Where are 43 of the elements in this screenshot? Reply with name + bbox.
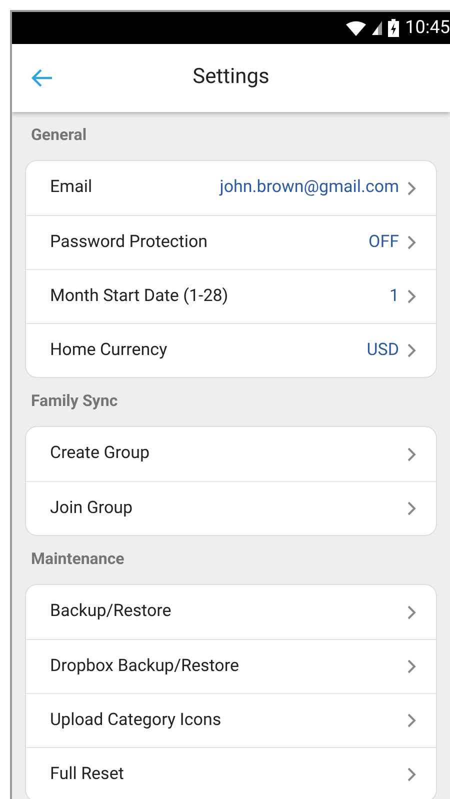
chevron-right-icon [407, 343, 416, 358]
chevron-right-icon [407, 180, 416, 196]
chevron-right-icon [407, 767, 416, 782]
settings-row[interactable]: Full Reset [26, 747, 436, 799]
page-title: Settings [192, 64, 270, 92]
setting-label: Home Currency [50, 338, 168, 362]
chevron-right-icon [407, 659, 416, 674]
settings-row[interactable]: Password Protection OFF [26, 215, 436, 269]
setting-value: john.brown@gmail.com [220, 176, 399, 200]
setting-value: 1 [389, 284, 399, 308]
setting-label: Backup/Restore [50, 600, 172, 624]
chevron-right-icon [407, 501, 416, 516]
chevron-right-icon [407, 235, 416, 250]
section-header: General [31, 124, 87, 146]
setting-label: Create Group [50, 442, 150, 466]
settings-row[interactable]: Upload Category Icons [26, 693, 436, 747]
settings-row[interactable]: Dropbox Backup/Restore [26, 639, 436, 693]
setting-label: Join Group [50, 496, 133, 520]
wifi-icon [346, 20, 366, 36]
signal-icon [372, 21, 382, 35]
setting-label: Email [50, 176, 92, 200]
settings-row[interactable]: Month Start Date (1-28) 1 [26, 269, 436, 323]
setting-label: Upload Category Icons [50, 708, 222, 732]
section-header: Family Sync [31, 390, 118, 412]
clock-time: 10:45 [405, 19, 450, 37]
back-arrow-icon [31, 69, 53, 87]
settings-row[interactable]: Create Group [26, 427, 436, 481]
section-header: Maintenance [31, 548, 124, 570]
settings-row[interactable]: Email john.brown@gmail.com [26, 161, 436, 215]
settings-row[interactable]: Backup/Restore [26, 585, 436, 639]
setting-label: Dropbox Backup/Restore [50, 654, 239, 678]
battery-charging-icon [388, 19, 400, 37]
chevron-right-icon [407, 446, 416, 462]
settings-row[interactable]: Join Group [26, 481, 436, 535]
setting-value: OFF [368, 230, 399, 254]
chevron-right-icon [407, 604, 416, 620]
setting-label: Month Start Date (1-28) [50, 284, 228, 308]
setting-label: Password Protection [50, 230, 208, 254]
setting-value: USD [366, 338, 399, 362]
setting-label: Full Reset [50, 762, 124, 786]
chevron-right-icon [407, 289, 416, 304]
chevron-right-icon [407, 713, 416, 728]
settings-row[interactable]: Home Currency USD [26, 323, 436, 377]
